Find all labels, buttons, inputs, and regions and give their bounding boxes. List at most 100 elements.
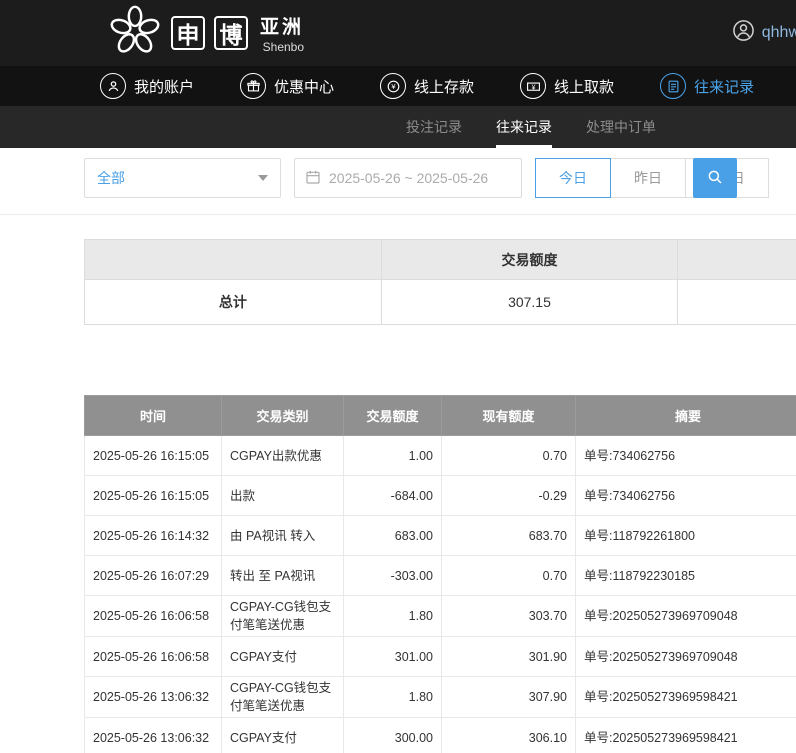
nav-item-promotions[interactable]: 优惠中心	[240, 73, 334, 99]
gift-icon	[240, 73, 266, 99]
cell-amount: -303.00	[344, 556, 442, 596]
cell-balance: 683.70	[442, 516, 576, 556]
table-row: 2025-05-26 16:15:05 出款 -684.00 -0.29 单号:…	[85, 476, 796, 516]
cell-amount: 683.00	[344, 516, 442, 556]
summary-total-label: 总计	[85, 280, 382, 325]
cell-amount: 1.80	[344, 677, 442, 718]
logo-latin-text: Shenbo	[263, 40, 304, 54]
type-select-value: 全部	[97, 168, 125, 188]
svg-text:¥: ¥	[531, 84, 535, 91]
cell-type: CGPAY支付	[222, 718, 344, 753]
cell-summary: 单号:734062756	[576, 436, 796, 476]
deposit-icon: ¥	[380, 73, 406, 99]
col-header-amount: 交易额度	[344, 396, 442, 436]
cell-summary: 单号:202505273969709048	[576, 596, 796, 637]
cell-balance: 0.70	[442, 436, 576, 476]
cell-amount: 300.00	[344, 718, 442, 753]
cell-type: 出款	[222, 476, 344, 516]
cell-amount: 301.00	[344, 637, 442, 677]
cell-type: CGPAY-CG钱包支付笔笔送优惠	[222, 596, 344, 637]
flower-logo-icon	[108, 4, 162, 63]
cell-balance: 0.70	[442, 556, 576, 596]
filter-section: 全部 2025-05-26 ~ 2025-05-26 今日 昨日 近8日	[0, 148, 796, 215]
col-header-balance: 现有额度	[442, 396, 576, 436]
chevron-down-icon	[258, 175, 268, 181]
cell-time: 2025-05-26 13:06:32	[85, 677, 222, 718]
cell-type: 由 PA视讯 转入	[222, 516, 344, 556]
summary-header-amount: 交易额度	[381, 240, 678, 280]
records-table: 时间 交易类别 交易额度 现有额度 摘要 2025-05-26 16:15:05…	[84, 395, 796, 753]
cell-type: 转出 至 PA视讯	[222, 556, 344, 596]
summary-total-row: 总计 307.15	[85, 280, 796, 325]
records-tab-bar: 投注记录 往来记录 处理中订单	[0, 106, 796, 148]
cell-time: 2025-05-26 16:07:29	[85, 556, 222, 596]
nav-label: 线上取款	[554, 76, 614, 97]
main-nav: 我的账户 优惠中心 ¥ 线上存款 ¥ 线上取款	[0, 66, 796, 106]
cell-summary: 单号:202505273969598421	[576, 677, 796, 718]
nav-item-my-account[interactable]: 我的账户	[100, 73, 194, 99]
account-menu[interactable]: qhhw	[732, 0, 796, 66]
table-row: 2025-05-26 16:07:29 转出 至 PA视讯 -303.00 0.…	[85, 556, 796, 596]
nav-label: 线上存款	[414, 76, 474, 97]
yesterday-button[interactable]: 昨日	[610, 158, 686, 198]
nav-item-records[interactable]: 往来记录	[660, 73, 754, 99]
summary-total-value: 307.15	[381, 280, 678, 325]
table-row: 2025-05-26 13:06:32 CGPAY支付 300.00 306.1…	[85, 718, 796, 753]
today-button[interactable]: 今日	[535, 158, 611, 198]
table-row: 2025-05-26 16:06:58 CGPAY-CG钱包支付笔笔送优惠 1.…	[85, 596, 796, 637]
table-row: 2025-05-26 16:15:05 CGPAY出款优惠 1.00 0.70 …	[85, 436, 796, 476]
user-avatar-icon	[732, 19, 755, 47]
cell-balance: 306.10	[442, 718, 576, 753]
date-range-value: 2025-05-26 ~ 2025-05-26	[329, 170, 488, 186]
calendar-icon	[305, 169, 321, 188]
tab-transaction-records[interactable]: 往来记录	[496, 106, 552, 148]
summary-table: 交易额度 总计 307.15	[84, 239, 796, 325]
cell-time: 2025-05-26 16:06:58	[85, 596, 222, 637]
date-range-input[interactable]: 2025-05-26 ~ 2025-05-26	[294, 158, 522, 198]
table-row: 2025-05-26 16:14:32 由 PA视讯 转入 683.00 683…	[85, 516, 796, 556]
user-icon	[100, 73, 126, 99]
svg-text:¥: ¥	[391, 82, 396, 91]
summary-header-empty	[85, 240, 382, 280]
summary-header-row: 交易额度	[85, 240, 796, 280]
cell-time: 2025-05-26 13:06:32	[85, 718, 222, 753]
cell-amount: 1.00	[344, 436, 442, 476]
cell-balance: 301.90	[442, 637, 576, 677]
nav-item-deposit[interactable]: ¥ 线上存款	[380, 73, 474, 99]
records-header-row: 时间 交易类别 交易额度 现有额度 摘要	[85, 396, 796, 436]
nav-item-withdraw[interactable]: ¥ 线上取款	[520, 73, 614, 99]
table-row: 2025-05-26 13:06:32 CGPAY-CG钱包支付笔笔送优惠 1.…	[85, 677, 796, 718]
top-bar: 申 博 亚洲 Shenbo qhhw	[0, 0, 796, 66]
cell-time: 2025-05-26 16:15:05	[85, 436, 222, 476]
nav-label: 优惠中心	[274, 76, 334, 97]
cell-summary: 单号:202505273969598421	[576, 718, 796, 753]
tab-betting-records[interactable]: 投注记录	[406, 106, 462, 148]
records-icon	[660, 73, 686, 99]
cell-summary: 单号:118792261800	[576, 516, 796, 556]
cell-summary: 单号:202505273969709048	[576, 637, 796, 677]
cell-time: 2025-05-26 16:15:05	[85, 476, 222, 516]
summary-header-empty	[678, 240, 796, 280]
col-header-time: 时间	[85, 396, 222, 436]
cell-balance: -0.29	[442, 476, 576, 516]
withdraw-icon: ¥	[520, 73, 546, 99]
col-header-type: 交易类别	[222, 396, 344, 436]
col-header-summary: 摘要	[576, 396, 796, 436]
cell-type: CGPAY-CG钱包支付笔笔送优惠	[222, 677, 344, 718]
cell-balance: 307.90	[442, 677, 576, 718]
brand-logo[interactable]: 申 博 亚洲 Shenbo	[108, 4, 304, 63]
cell-amount: -684.00	[344, 476, 442, 516]
nav-label: 往来记录	[694, 76, 754, 97]
cell-type: CGPAY支付	[222, 637, 344, 677]
type-select[interactable]: 全部	[84, 158, 281, 198]
search-button[interactable]	[693, 158, 737, 198]
cell-balance: 303.70	[442, 596, 576, 637]
username-text: qhhw	[762, 24, 796, 42]
tab-processing-orders[interactable]: 处理中订单	[586, 106, 656, 148]
cell-time: 2025-05-26 16:14:32	[85, 516, 222, 556]
nav-label: 我的账户	[134, 76, 194, 97]
cell-amount: 1.80	[344, 596, 442, 637]
cell-summary: 单号:118792230185	[576, 556, 796, 596]
summary-empty-cell	[678, 280, 796, 325]
cell-type: CGPAY出款优惠	[222, 436, 344, 476]
